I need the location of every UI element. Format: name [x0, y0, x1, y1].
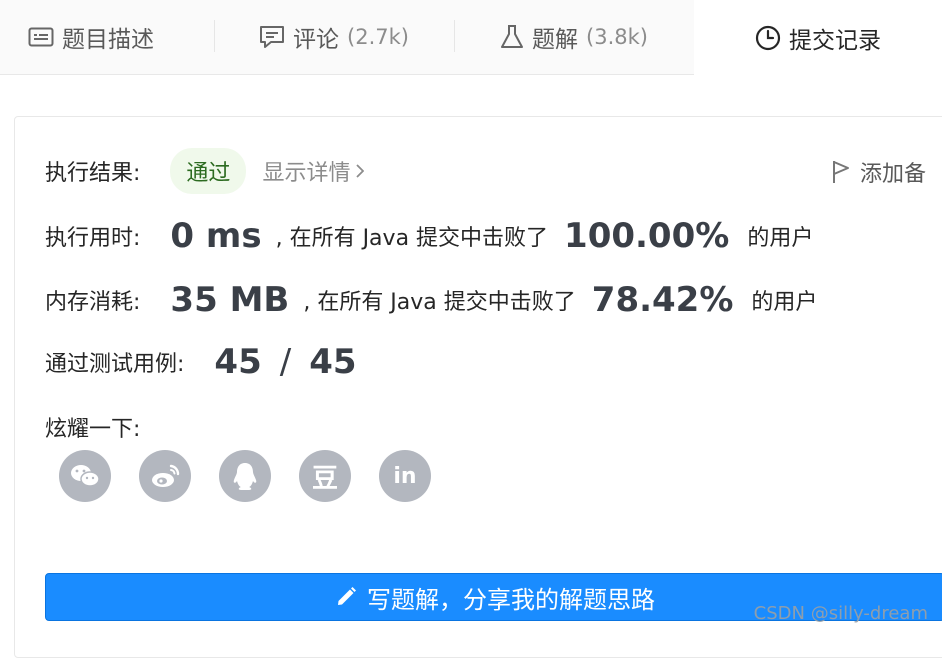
share-row: 炫耀一下:	[45, 411, 140, 443]
memory-value: 35 MB	[170, 280, 290, 320]
runtime-row: 执行用时: 0 ms , 在所有 Java 提交中击败了 100.00% 的用户	[45, 216, 813, 256]
tab-description-label: 题目描述	[62, 27, 154, 53]
show-details-link[interactable]: 显示详情	[262, 155, 365, 187]
tab-bar: 题目描述 评论 (2.7k) 题解 (3.8k) 提交记录	[0, 0, 942, 75]
add-note-button[interactable]: 添加备	[832, 156, 926, 188]
share-label: 炫耀一下:	[45, 417, 141, 442]
tab-comments-label: 评论	[293, 27, 340, 53]
linkedin-glyph: in	[393, 463, 417, 489]
pencil-icon	[335, 586, 357, 608]
weibo-icon[interactable]	[139, 450, 191, 502]
write-solution-label: 写题解，分享我的解题思路	[367, 585, 655, 614]
clock-icon	[755, 25, 781, 51]
flask-icon	[500, 24, 524, 50]
tests-total: 45	[309, 342, 357, 382]
runtime-value: 0 ms	[170, 216, 262, 256]
linkedin-icon[interactable]: in	[379, 450, 431, 502]
memory-row: 内存消耗: 35 MB , 在所有 Java 提交中击败了 78.42% 的用户	[45, 280, 817, 320]
tab-solutions-count: (3.8k)	[586, 25, 648, 49]
tests-row: 通过测试用例: 45 / 45	[45, 342, 357, 382]
tests-divider: /	[279, 342, 292, 382]
description-icon	[28, 26, 54, 48]
douban-icon[interactable]: 豆	[299, 450, 351, 502]
tests-passed: 45	[214, 342, 262, 382]
chevron-right-icon	[356, 164, 365, 178]
memory-percent: 78.42%	[591, 280, 734, 320]
flag-icon	[832, 159, 850, 185]
tab-comments[interactable]: 评论 (2.7k)	[214, 0, 454, 74]
tab-submissions[interactable]: 提交记录	[694, 0, 942, 75]
comment-icon	[259, 25, 285, 49]
runtime-label: 执行用时:	[45, 226, 141, 251]
runtime-suffix: 的用户	[747, 226, 814, 251]
tab-solutions[interactable]: 题解 (3.8k)	[454, 0, 694, 74]
add-note-label: 添加备	[860, 162, 927, 187]
qq-icon[interactable]	[219, 450, 271, 502]
tab-description[interactable]: 题目描述	[0, 0, 214, 74]
tab-submissions-label: 提交记录	[789, 27, 881, 54]
result-row: 执行结果: 通过 显示详情	[45, 148, 365, 194]
status-badge: 通过	[170, 148, 247, 194]
douban-glyph: 豆	[311, 463, 338, 494]
memory-suffix: 的用户	[751, 290, 818, 315]
runtime-text: , 在所有 Java 提交中击败了	[275, 226, 549, 251]
memory-label: 内存消耗:	[45, 290, 141, 315]
memory-text: , 在所有 Java 提交中击败了	[303, 290, 576, 315]
result-label: 执行结果:	[45, 161, 141, 186]
wechat-icon[interactable]	[59, 450, 111, 502]
tab-comments-count: (2.7k)	[347, 25, 409, 49]
runtime-percent: 100.00%	[564, 216, 730, 256]
watermark: CSDN @silly-dream	[753, 603, 928, 624]
show-details-label: 显示详情	[262, 161, 351, 186]
tab-solutions-label: 题解	[532, 27, 579, 53]
tests-label: 通过测试用例:	[45, 352, 185, 377]
